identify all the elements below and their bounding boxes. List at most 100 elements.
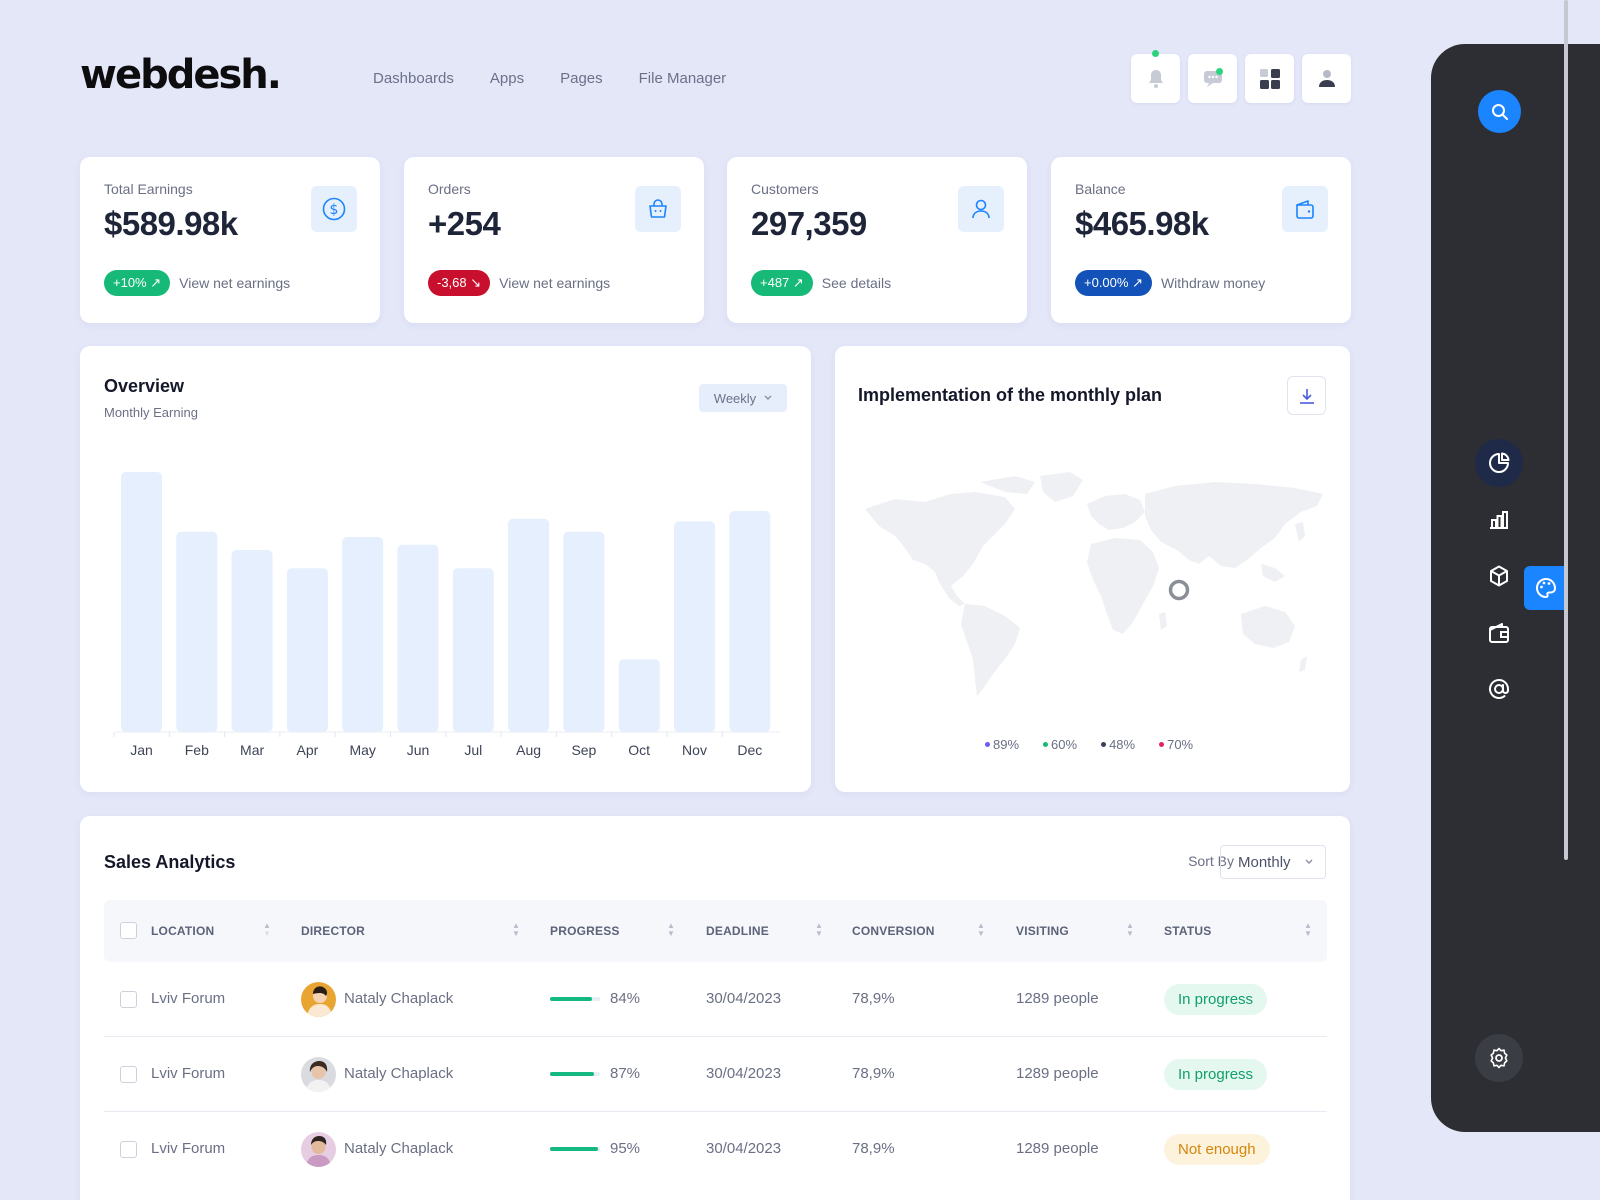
page-scrollbar[interactable] <box>1564 0 1568 860</box>
top-nav: Dashboards Apps Pages File Manager <box>373 70 726 87</box>
table-header: LOCATION ▲ ▼ DIRECTOR ▲ ▼ PROGRESS ▲ ▼ DEAD… <box>104 900 1327 962</box>
theme-customizer-button[interactable] <box>1524 566 1568 610</box>
app-logo[interactable]: webdesh. <box>80 52 282 98</box>
bar-sep[interactable] <box>563 531 605 732</box>
stat-link[interactable]: See details <box>822 275 891 291</box>
select-all-checkbox[interactable] <box>120 922 137 939</box>
cell-progress: 95% <box>610 1140 641 1157</box>
bar-mar[interactable] <box>231 550 273 732</box>
nav-dashboards[interactable]: Dashboards <box>373 70 454 87</box>
bar-jan[interactable] <box>121 472 162 732</box>
nav-apps[interactable]: Apps <box>490 70 524 87</box>
svg-text:$: $ <box>330 202 339 218</box>
sort-arrows-icon[interactable]: ▲ ▼ <box>512 922 520 938</box>
x-tick-label: Mar <box>240 742 264 758</box>
status-badge: Not enough <box>1164 1134 1270 1165</box>
stat-badge: +10% ↗ <box>104 270 171 296</box>
legend-item: 70% <box>1159 737 1193 752</box>
apps-grid-button[interactable] <box>1245 54 1294 103</box>
status-badge: In progress <box>1164 984 1268 1015</box>
row-checkbox[interactable] <box>120 1066 137 1083</box>
bar-may[interactable] <box>342 537 384 732</box>
col-deadline[interactable]: DEADLINE <box>706 924 769 938</box>
sort-arrows-icon[interactable]: ▲ ▼ <box>1126 922 1134 938</box>
stat-badge: +487 ↗ <box>751 270 813 296</box>
legend-item: 89% <box>985 737 1019 752</box>
table-row[interactable]: Lviv Forum Nataly Chaplack 87% 30/04/202… <box>104 1037 1327 1112</box>
notifications-button[interactable] <box>1131 50 1180 103</box>
sidebar-item-products[interactable] <box>1475 552 1523 600</box>
stat-icon-box <box>1282 186 1328 232</box>
cube-icon <box>1490 565 1508 587</box>
sort-select-value: Monthly <box>1238 853 1291 871</box>
messages-button[interactable] <box>1188 54 1237 103</box>
search-button[interactable] <box>1478 90 1521 133</box>
download-button[interactable] <box>1287 376 1326 415</box>
stat-link[interactable]: View net earnings <box>179 275 290 291</box>
bar-apr[interactable] <box>286 568 328 732</box>
nav-file-manager[interactable]: File Manager <box>639 70 727 87</box>
row-checkbox[interactable] <box>120 991 137 1008</box>
cell-progress: 87% <box>610 1065 641 1082</box>
sort-arrows-icon[interactable]: ▲ ▼ <box>815 922 823 938</box>
map-marker[interactable] <box>1168 579 1190 601</box>
sort-arrows-icon[interactable]: ▲ ▼ <box>977 922 985 938</box>
col-visiting[interactable]: VISITING <box>1016 924 1069 938</box>
table-row[interactable]: Lviv Forum Nataly Chaplack 84% 30/04/202… <box>104 962 1327 1037</box>
cell-location: Lviv Forum <box>151 1140 226 1157</box>
bar-jul[interactable] <box>452 568 494 732</box>
x-tick-label: Nov <box>682 742 707 758</box>
bar-jun[interactable] <box>397 544 439 732</box>
sort-select[interactable]: Monthly <box>1220 845 1326 879</box>
bar-aug[interactable] <box>508 518 550 732</box>
stat-icon-box: $ <box>311 186 357 232</box>
period-select-value: Weekly <box>713 390 757 406</box>
table-row[interactable]: Lviv Forum Nataly Chaplack 95% 30/04/202… <box>104 1112 1327 1187</box>
user-icon <box>972 199 990 219</box>
legend-item: 48% <box>1101 737 1135 752</box>
dollar-icon: $ <box>322 197 346 221</box>
col-conversion[interactable]: CONVERSION <box>852 924 935 938</box>
stat-badge: -3,68 ↘ <box>428 270 491 296</box>
cell-location: Lviv Forum <box>151 1065 226 1082</box>
sort-arrows-icon[interactable]: ▲ ▼ <box>263 922 271 938</box>
sidebar-item-analytics[interactable] <box>1475 439 1523 487</box>
stat-link[interactable]: Withdraw money <box>1161 275 1265 291</box>
col-status[interactable]: STATUS <box>1164 924 1211 938</box>
cell-visiting: 1289 people <box>1016 990 1099 1007</box>
bar-dec[interactable] <box>729 511 771 732</box>
sort-arrows-icon[interactable]: ▲ ▼ <box>1304 922 1312 938</box>
stat-icon-box <box>958 186 1004 232</box>
sidebar-item-contacts[interactable] <box>1475 665 1523 713</box>
bar-feb[interactable] <box>176 531 218 732</box>
x-tick-label: Dec <box>737 742 762 758</box>
col-director[interactable]: DIRECTOR <box>301 924 365 938</box>
row-checkbox[interactable] <box>120 1141 137 1158</box>
sort-arrows-icon[interactable]: ▲ ▼ <box>667 922 675 938</box>
period-select[interactable]: Weekly <box>699 384 787 412</box>
cell-conversion: 78,9% <box>852 1140 895 1157</box>
bar-oct[interactable] <box>618 659 660 732</box>
stat-card-balance: Balance $465.98k +0.00% ↗ Withdraw money <box>1051 157 1351 323</box>
overview-card: Jan Feb Mar Apr May Jun Jul Aug Sep Oct Nov Dec Ove… <box>80 346 811 792</box>
profile-button[interactable] <box>1302 54 1351 103</box>
bar-nov[interactable] <box>674 521 715 732</box>
col-location[interactable]: LOCATION <box>151 924 214 938</box>
nav-pages[interactable]: Pages <box>560 70 603 87</box>
cell-deadline: 30/04/2023 <box>706 1140 782 1157</box>
x-tick-label: Oct <box>628 742 650 758</box>
avatar <box>301 982 336 1017</box>
col-progress[interactable]: PROGRESS <box>550 924 620 938</box>
sidebar-item-reports[interactable] <box>1475 496 1523 544</box>
cell-deadline: 30/04/2023 <box>706 990 782 1007</box>
sidebar-item-wallet[interactable] <box>1475 609 1523 657</box>
message-dot <box>1216 68 1223 75</box>
cell-visiting: 1289 people <box>1016 1140 1099 1157</box>
x-tick-label: Sep <box>571 742 596 758</box>
map-legend: 89% 60% 48% 70% <box>985 737 1193 752</box>
settings-button[interactable] <box>1475 1034 1523 1082</box>
stat-link[interactable]: View net earnings <box>499 275 610 291</box>
header-actions <box>1131 50 1351 103</box>
stat-badge: +0.00% ↗ <box>1075 270 1152 296</box>
legend-item: 60% <box>1043 737 1077 752</box>
